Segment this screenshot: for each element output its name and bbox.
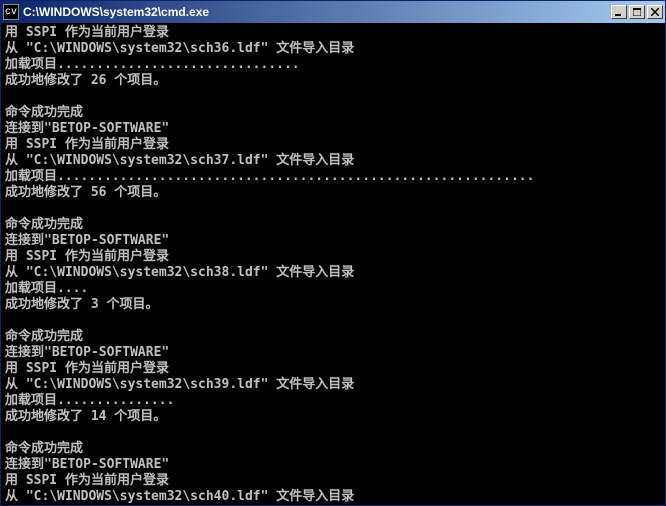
console-output[interactable]: 用 SSPI 作为当前用户登录从 "C:\WINDOWS\system32\sc… xyxy=(1,23,665,505)
console-line: 用 SSPI 作为当前用户登录 xyxy=(5,361,661,377)
console-line: 从 "C:\WINDOWS\system32\sch40.ldf" 文件导入目录 xyxy=(5,489,661,505)
console-line: 用 SSPI 作为当前用户登录 xyxy=(5,137,661,153)
console-line: 命令成功完成 xyxy=(5,105,661,121)
minimize-button[interactable] xyxy=(611,5,627,19)
console-line: 成功地修改了 56 个项目。 xyxy=(5,185,661,201)
console-line: 用 SSPI 作为当前用户登录 xyxy=(5,25,661,41)
maximize-button[interactable] xyxy=(629,5,645,19)
console-line: 成功地修改了 3 个项目。 xyxy=(5,297,661,313)
console-line: 连接到"BETOP-SOFTWARE" xyxy=(5,345,661,361)
console-line: 用 SSPI 作为当前用户登录 xyxy=(5,249,661,265)
console-line: 连接到"BETOP-SOFTWARE" xyxy=(5,233,661,249)
console-line: 连接到"BETOP-SOFTWARE" xyxy=(5,457,661,473)
console-line: 成功地修改了 26 个项目。 xyxy=(5,73,661,89)
console-line: 命令成功完成 xyxy=(5,217,661,233)
close-button[interactable] xyxy=(647,5,663,19)
window-controls xyxy=(611,5,663,19)
console-line: 从 "C:\WINDOWS\system32\sch37.ldf" 文件导入目录 xyxy=(5,153,661,169)
console-line: 连接到"BETOP-SOFTWARE" xyxy=(5,121,661,137)
minimize-icon xyxy=(615,8,623,16)
close-icon xyxy=(651,8,659,16)
console-line xyxy=(5,425,661,441)
console-line xyxy=(5,201,661,217)
console-line: 加载项目............................... xyxy=(5,57,661,73)
maximize-icon xyxy=(633,8,641,16)
console-line: 加载项目............... xyxy=(5,393,661,409)
titlebar[interactable]: cv C:\WINDOWS\system32\cmd.exe xyxy=(1,1,665,23)
cmd-icon: cv xyxy=(3,4,19,20)
console-line: 加载项目.... xyxy=(5,281,661,297)
console-line: 命令成功完成 xyxy=(5,441,661,457)
console-line xyxy=(5,89,661,105)
window-title: C:\WINDOWS\system32\cmd.exe xyxy=(23,5,611,19)
console-line: 加载项目....................................… xyxy=(5,169,661,185)
console-line: 成功地修改了 14 个项目。 xyxy=(5,409,661,425)
console-line: 从 "C:\WINDOWS\system32\sch39.ldf" 文件导入目录 xyxy=(5,377,661,393)
console-line: 用 SSPI 作为当前用户登录 xyxy=(5,473,661,489)
cmd-window: cv C:\WINDOWS\system32\cmd.exe 用 SSPI 作为… xyxy=(0,0,666,506)
console-line xyxy=(5,313,661,329)
console-line: 从 "C:\WINDOWS\system32\sch36.ldf" 文件导入目录 xyxy=(5,41,661,57)
console-line: 命令成功完成 xyxy=(5,329,661,345)
console-line: 从 "C:\WINDOWS\system32\sch38.ldf" 文件导入目录 xyxy=(5,265,661,281)
